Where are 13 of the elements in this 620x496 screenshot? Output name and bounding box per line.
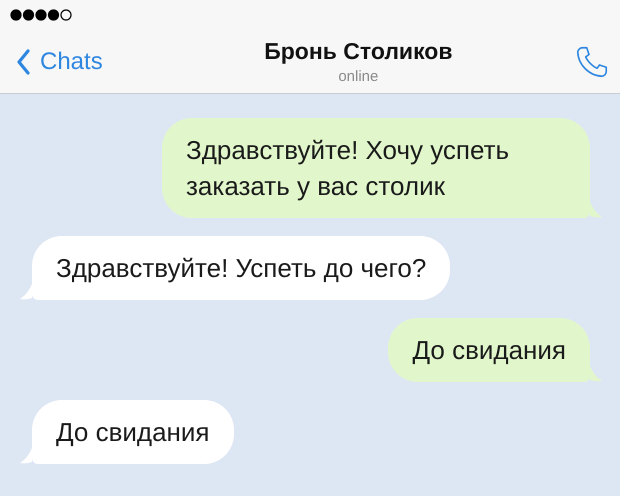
signal-icon xyxy=(10,9,72,21)
back-button[interactable]: Chats xyxy=(16,48,103,76)
bubble-tail xyxy=(590,366,602,382)
message-bubble: До свидания xyxy=(32,400,234,464)
bubble-tail xyxy=(590,202,602,218)
contact-status: online xyxy=(338,68,378,85)
message-bubble: Здравствуйте! Успеть до чего? xyxy=(32,236,450,300)
message-bubble: Здравствуйте! Хочу успеть заказать у вас столик xyxy=(162,118,590,218)
bubble-tail xyxy=(20,448,32,464)
chat-title: Бронь Столиков xyxy=(264,38,452,65)
bubble-tail xyxy=(20,284,32,300)
chevron-left-icon xyxy=(16,48,30,74)
message-bubble: До свидания xyxy=(388,318,590,382)
